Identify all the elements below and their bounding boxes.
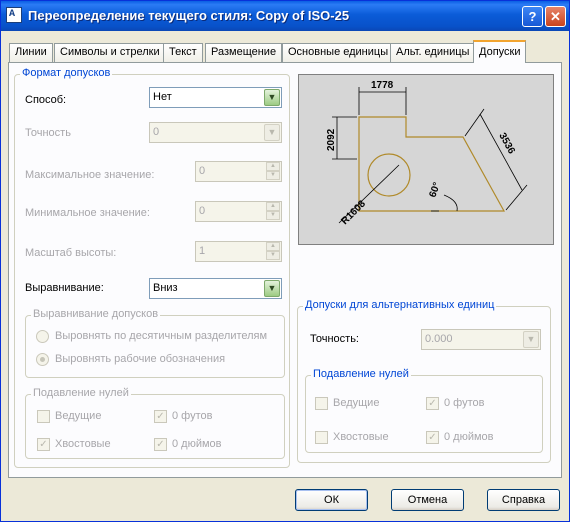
alignment-legend: Выравнивание допусков bbox=[31, 308, 161, 320]
upper-value-stepper[interactable]: 0 ▲ ▼ bbox=[195, 161, 282, 182]
window-title: Переопределение текущего стиля: Copy of … bbox=[28, 8, 350, 23]
alt-feet-label: 0 футов bbox=[444, 397, 485, 409]
upper-value: 0 bbox=[199, 165, 206, 177]
feet-checkbox[interactable]: ✓ bbox=[154, 410, 167, 423]
lower-value-stepper[interactable]: 0 ▲ ▼ bbox=[195, 201, 282, 222]
lower-value-label: Минимальное значение: bbox=[25, 207, 150, 219]
leading-checkbox[interactable] bbox=[37, 410, 50, 423]
trailing-label: Хвостовые bbox=[55, 438, 111, 450]
method-select[interactable]: Нет ▼ bbox=[149, 87, 282, 108]
dim-angle-text: 60° bbox=[427, 181, 443, 199]
angle-arc bbox=[443, 194, 458, 212]
ok-button[interactable]: ОК bbox=[295, 489, 368, 511]
preview-drawing: 1778 2092 3536 R1608 60° bbox=[326, 80, 528, 227]
trailing-checkbox[interactable]: ✓ bbox=[37, 438, 50, 451]
chevron-down-icon: ▼ bbox=[264, 89, 280, 106]
precision-label: Точность bbox=[25, 127, 71, 139]
align-decimal-label: Выровнять по десятичным разделителям bbox=[55, 330, 268, 342]
tab-panel-tolerances: Формат допусков Способ: Нет ▼ Точность 0… bbox=[8, 62, 562, 478]
alt-trailing-label: Хвостовые bbox=[333, 431, 389, 443]
alignment-group bbox=[25, 315, 285, 378]
tab-fit[interactable]: Размещение bbox=[205, 43, 283, 62]
app-icon-label: A bbox=[9, 9, 16, 20]
upper-value-label: Максимальное значение: bbox=[25, 169, 155, 181]
tab-text[interactable]: Текст bbox=[163, 43, 203, 62]
height-scale-stepper[interactable]: 1 ▲ ▼ bbox=[195, 241, 282, 262]
alt-precision-value: 0.000 bbox=[425, 333, 453, 345]
tab-primary-units[interactable]: Основные единицы bbox=[282, 43, 395, 62]
align-operational-label: Выровнять рабочие обозначения bbox=[55, 353, 226, 365]
feet-label: 0 футов bbox=[172, 410, 213, 422]
inches-checkbox[interactable]: ✓ bbox=[154, 438, 167, 451]
preview-panel: 1778 2092 3536 R1608 60° bbox=[298, 74, 554, 245]
lower-value: 0 bbox=[199, 205, 206, 217]
dim-radius-text: R1608 bbox=[339, 198, 368, 227]
alt-tolerance-legend: Допуски для альтернативных единиц bbox=[303, 299, 497, 311]
zero-suppression-legend: Подавление нулей bbox=[31, 387, 131, 399]
tab-symbols-arrows[interactable]: Символы и стрелки bbox=[54, 43, 166, 62]
align-operational-radio[interactable] bbox=[36, 353, 49, 366]
inches-label: 0 дюймов bbox=[172, 438, 222, 450]
tab-tolerances[interactable]: Допуски bbox=[473, 40, 527, 63]
spin-up-icon[interactable]: ▲ bbox=[266, 202, 280, 211]
tab-alt-units[interactable]: Альт. единицы bbox=[390, 43, 476, 62]
precision-value: 0 bbox=[153, 126, 160, 138]
method-label: Способ: bbox=[25, 94, 67, 106]
alt-zero-suppression-legend: Подавление нулей bbox=[311, 368, 411, 380]
method-value: Нет bbox=[153, 91, 172, 103]
dim-top-text: 1778 bbox=[371, 80, 394, 91]
help-icon[interactable]: ? bbox=[522, 6, 543, 27]
vertical-position-label: Выравнивание: bbox=[25, 282, 104, 294]
chevron-down-icon: ▼ bbox=[523, 331, 539, 348]
title-bar[interactable]: A Переопределение текущего стиля: Copy o… bbox=[1, 1, 569, 31]
alt-feet-checkbox[interactable]: ✓ bbox=[426, 397, 439, 410]
cancel-button[interactable]: Отмена bbox=[391, 489, 464, 511]
vertical-position-value: Вниз bbox=[153, 282, 178, 294]
help-button[interactable]: Справка bbox=[487, 489, 560, 511]
height-scale-label: Масштаб высоты: bbox=[25, 247, 117, 259]
alt-inches-checkbox[interactable]: ✓ bbox=[426, 431, 439, 444]
spin-up-icon[interactable]: ▲ bbox=[266, 242, 280, 251]
tab-lines[interactable]: Линии bbox=[9, 43, 53, 62]
chevron-down-icon: ▼ bbox=[264, 280, 280, 297]
extension-line bbox=[464, 108, 485, 137]
alt-precision-label: Точность: bbox=[310, 333, 359, 345]
precision-select[interactable]: 0 ▼ bbox=[149, 122, 282, 143]
spin-down-icon[interactable]: ▼ bbox=[266, 251, 280, 260]
alt-inches-label: 0 дюймов bbox=[444, 431, 494, 443]
dim-diagonal-text: 3536 bbox=[496, 131, 517, 156]
alt-leading-checkbox[interactable] bbox=[315, 397, 328, 410]
align-decimal-radio[interactable] bbox=[36, 330, 49, 343]
spin-down-icon[interactable]: ▼ bbox=[266, 171, 280, 180]
tolerance-format-legend: Формат допусков bbox=[20, 67, 113, 79]
spin-up-icon[interactable]: ▲ bbox=[266, 162, 280, 171]
leading-label: Ведущие bbox=[55, 410, 102, 422]
height-scale-value: 1 bbox=[199, 245, 206, 257]
close-icon[interactable]: ✕ bbox=[545, 6, 566, 27]
dialog-window: A Переопределение текущего стиля: Copy o… bbox=[0, 0, 570, 522]
dim-left-text: 2092 bbox=[326, 128, 337, 151]
spin-down-icon[interactable]: ▼ bbox=[266, 211, 280, 220]
extension-line bbox=[505, 184, 528, 211]
vertical-position-select[interactable]: Вниз ▼ bbox=[149, 278, 282, 299]
app-icon: A bbox=[6, 7, 22, 23]
chevron-down-icon: ▼ bbox=[264, 124, 280, 141]
alt-leading-label: Ведущие bbox=[333, 397, 380, 409]
alt-precision-select[interactable]: 0.000 ▼ bbox=[421, 329, 541, 350]
alt-trailing-checkbox[interactable] bbox=[315, 431, 328, 444]
